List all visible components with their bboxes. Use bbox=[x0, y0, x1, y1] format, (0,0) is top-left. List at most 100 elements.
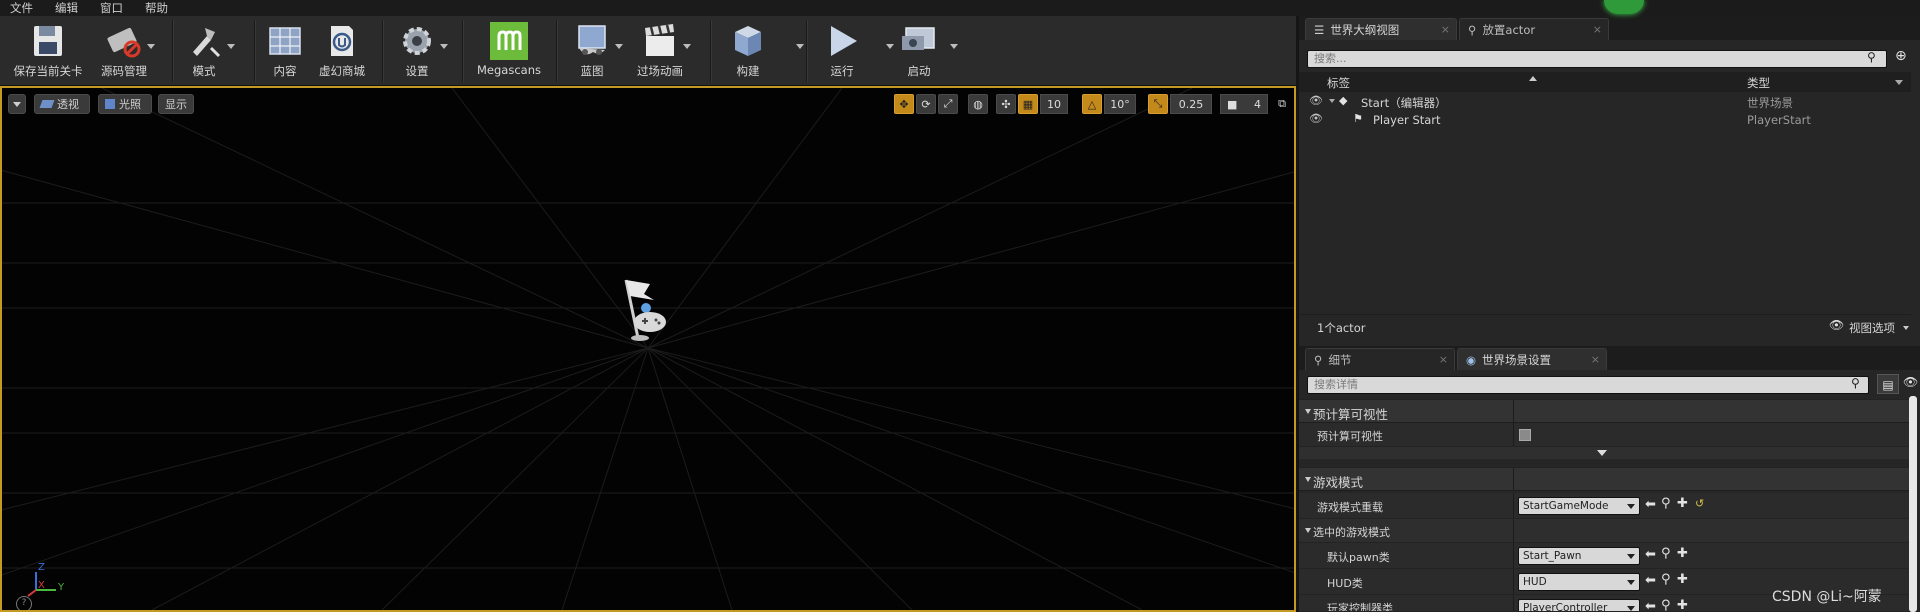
play-button[interactable]: 运行 bbox=[820, 22, 894, 82]
blueprints-button[interactable]: 蓝图 bbox=[570, 22, 623, 82]
scale-snap-icon[interactable]: ⤡ bbox=[1148, 94, 1168, 114]
outliner-row[interactable]: 👁 ◆ Start（编辑器） 世界场景 bbox=[1299, 94, 1911, 112]
toolbar-divider bbox=[710, 20, 712, 82]
use-selected-arrow-icon[interactable]: ⬅ bbox=[1645, 547, 1656, 562]
launch-button[interactable]: 启动 bbox=[898, 22, 958, 82]
surface-snap-icon[interactable]: ✣ bbox=[996, 94, 1016, 114]
browse-icon[interactable]: ⚲ bbox=[1661, 546, 1671, 561]
menu-window[interactable]: 窗口 bbox=[90, 0, 135, 16]
chevron-down-icon bbox=[950, 44, 958, 49]
cinematics-button[interactable]: 过场动画 bbox=[632, 22, 691, 82]
tab-world-outliner[interactable]: ☰ 世界大纲视图 × bbox=[1305, 18, 1457, 40]
use-selected-arrow-icon[interactable]: ⬅ bbox=[1645, 497, 1656, 512]
show-flags-button[interactable]: 显示 bbox=[158, 94, 194, 114]
close-icon[interactable]: × bbox=[1441, 23, 1450, 36]
player-start-icon[interactable] bbox=[616, 274, 676, 346]
translate-mode-icon[interactable]: ✥ bbox=[894, 94, 914, 114]
camera-speed-button[interactable]: ■ 4 bbox=[1220, 94, 1268, 114]
reset-to-default-icon[interactable]: ↺ bbox=[1695, 497, 1704, 510]
section-title: 预计算可视性 bbox=[1313, 407, 1389, 422]
megascans-icon bbox=[490, 22, 528, 60]
content-browser-icon bbox=[266, 22, 304, 60]
tab-details[interactable]: ⚲ 细节 × bbox=[1305, 348, 1455, 370]
rotation-snap-value[interactable]: 10° bbox=[1104, 94, 1136, 114]
use-selected-arrow-icon[interactable]: ⬅ bbox=[1645, 599, 1656, 611]
save-icon bbox=[29, 22, 67, 60]
add-icon[interactable]: ✚ bbox=[1677, 496, 1688, 511]
details-scrollbar[interactable] bbox=[1909, 396, 1917, 612]
grid-snap-value[interactable]: 10 bbox=[1040, 94, 1068, 114]
precomputed-visibility-checkbox[interactable] bbox=[1519, 429, 1531, 441]
viewport-options-button[interactable] bbox=[8, 94, 26, 114]
help-icon[interactable]: ? bbox=[16, 596, 32, 610]
visibility-eye-icon[interactable]: 👁 bbox=[1309, 112, 1323, 125]
details-search-input[interactable]: 搜索详情 bbox=[1307, 376, 1869, 394]
hud-class-combo[interactable]: HUD bbox=[1518, 573, 1640, 591]
menu-file[interactable]: 文件 bbox=[0, 0, 45, 16]
browse-icon[interactable]: ⚲ bbox=[1661, 572, 1671, 587]
outliner-row[interactable]: 👁 ⚑ Player Start PlayerStart bbox=[1299, 112, 1911, 130]
tab-place-actor[interactable]: ⚲ 放置actor × bbox=[1459, 18, 1609, 40]
default-pawn-combo[interactable]: Start_Pawn bbox=[1518, 547, 1640, 565]
rotate-mode-icon[interactable]: ⟳ bbox=[916, 94, 936, 114]
modes-button[interactable]: 模式 bbox=[178, 22, 235, 82]
menu-edit[interactable]: 编辑 bbox=[45, 0, 90, 16]
scale-mode-icon[interactable]: ⤢ bbox=[938, 94, 958, 114]
player-controller-combo[interactable]: PlayerController bbox=[1518, 599, 1640, 612]
save-current-level-label: 保存当前关卡 bbox=[13, 64, 83, 78]
menu-help[interactable]: 帮助 bbox=[135, 0, 180, 16]
add-icon[interactable]: ✚ bbox=[1677, 546, 1688, 561]
visibility-eye-icon[interactable]: 👁 bbox=[1309, 94, 1323, 107]
perspective-button[interactable]: 透视 bbox=[34, 94, 90, 114]
settings-button[interactable]: 设置 bbox=[396, 22, 448, 82]
axis-x-label: X bbox=[38, 580, 45, 591]
content-button[interactable]: 内容 bbox=[262, 22, 308, 82]
chevron-down-icon bbox=[796, 44, 804, 49]
outliner-search-input[interactable]: 搜索... bbox=[1307, 50, 1887, 68]
build-button[interactable]: 构建 bbox=[726, 22, 804, 82]
combo-value: HUD bbox=[1523, 576, 1547, 588]
close-icon[interactable]: × bbox=[1591, 353, 1600, 366]
world-local-toggle-icon[interactable]: ◍ bbox=[968, 94, 988, 114]
level-viewport[interactable]: 透视 光照 显示 ✥ ⟳ ⤢ ◍ ✣ ▦ 10 △ 10° ⤡ 0.25 ■ 4… bbox=[0, 86, 1296, 612]
gamemode-override-combo[interactable]: StartGameMode bbox=[1518, 497, 1640, 515]
section-game-mode[interactable]: 游戏模式 bbox=[1299, 467, 1909, 491]
close-icon[interactable]: × bbox=[1439, 353, 1448, 366]
scrollbar-thumb[interactable] bbox=[1909, 396, 1917, 612]
marketplace-button[interactable]: 虚幻商城 bbox=[314, 22, 370, 82]
marketplace-icon bbox=[323, 22, 361, 60]
megascans-button[interactable]: Megascans bbox=[474, 22, 544, 82]
subsection-selected-game-mode[interactable]: 选中的游戏模式 bbox=[1299, 519, 1909, 543]
col-type-header[interactable]: 类型 bbox=[1747, 75, 1770, 91]
property-matrix-icon[interactable]: ▤ bbox=[1877, 374, 1899, 394]
add-icon[interactable]: ✚ bbox=[1677, 598, 1688, 611]
outliner-add-icon[interactable]: ⊕ bbox=[1895, 48, 1907, 64]
play-label: 运行 bbox=[830, 64, 854, 78]
use-selected-arrow-icon[interactable]: ⬅ bbox=[1645, 573, 1656, 588]
section-title: 游戏模式 bbox=[1313, 475, 1364, 490]
launch-label: 启动 bbox=[907, 64, 931, 78]
expand-arrow-icon[interactable] bbox=[1329, 99, 1335, 103]
outliner-footer: 1个actor 👁 视图选项 bbox=[1299, 314, 1911, 339]
source-control-button[interactable]: 源码管理 bbox=[92, 22, 156, 82]
tab-world-settings[interactable]: ◉ 世界场景设置 × bbox=[1457, 348, 1607, 370]
lit-label: 光照 bbox=[119, 98, 141, 111]
rotation-snap-icon[interactable]: △ bbox=[1082, 94, 1102, 114]
add-icon[interactable]: ✚ bbox=[1677, 572, 1688, 587]
outliner-icon: ☰ bbox=[1314, 22, 1325, 37]
lit-mode-button[interactable]: 光照 bbox=[98, 94, 152, 114]
advanced-expander[interactable] bbox=[1299, 447, 1909, 459]
browse-icon[interactable]: ⚲ bbox=[1661, 598, 1671, 611]
view-options-button[interactable]: 视图选项 bbox=[1849, 320, 1895, 336]
scale-snap-value[interactable]: 0.25 bbox=[1170, 94, 1212, 114]
browse-icon[interactable]: ⚲ bbox=[1661, 496, 1671, 511]
col-label-header[interactable]: 标签 bbox=[1327, 75, 1350, 91]
outliner-row-type: 世界场景 bbox=[1747, 96, 1793, 110]
close-icon[interactable]: × bbox=[1593, 23, 1602, 36]
visibility-eye-icon[interactable]: 👁 bbox=[1903, 375, 1918, 389]
maximize-viewport-icon[interactable]: ⧉ bbox=[1274, 94, 1290, 114]
grid-snap-icon[interactable]: ▦ bbox=[1018, 94, 1038, 114]
combo-value: PlayerController bbox=[1523, 602, 1608, 612]
save-current-level-button[interactable]: 保存当前关卡 bbox=[8, 22, 88, 82]
section-precomputed-visibility[interactable]: 预计算可视性 bbox=[1299, 399, 1909, 423]
